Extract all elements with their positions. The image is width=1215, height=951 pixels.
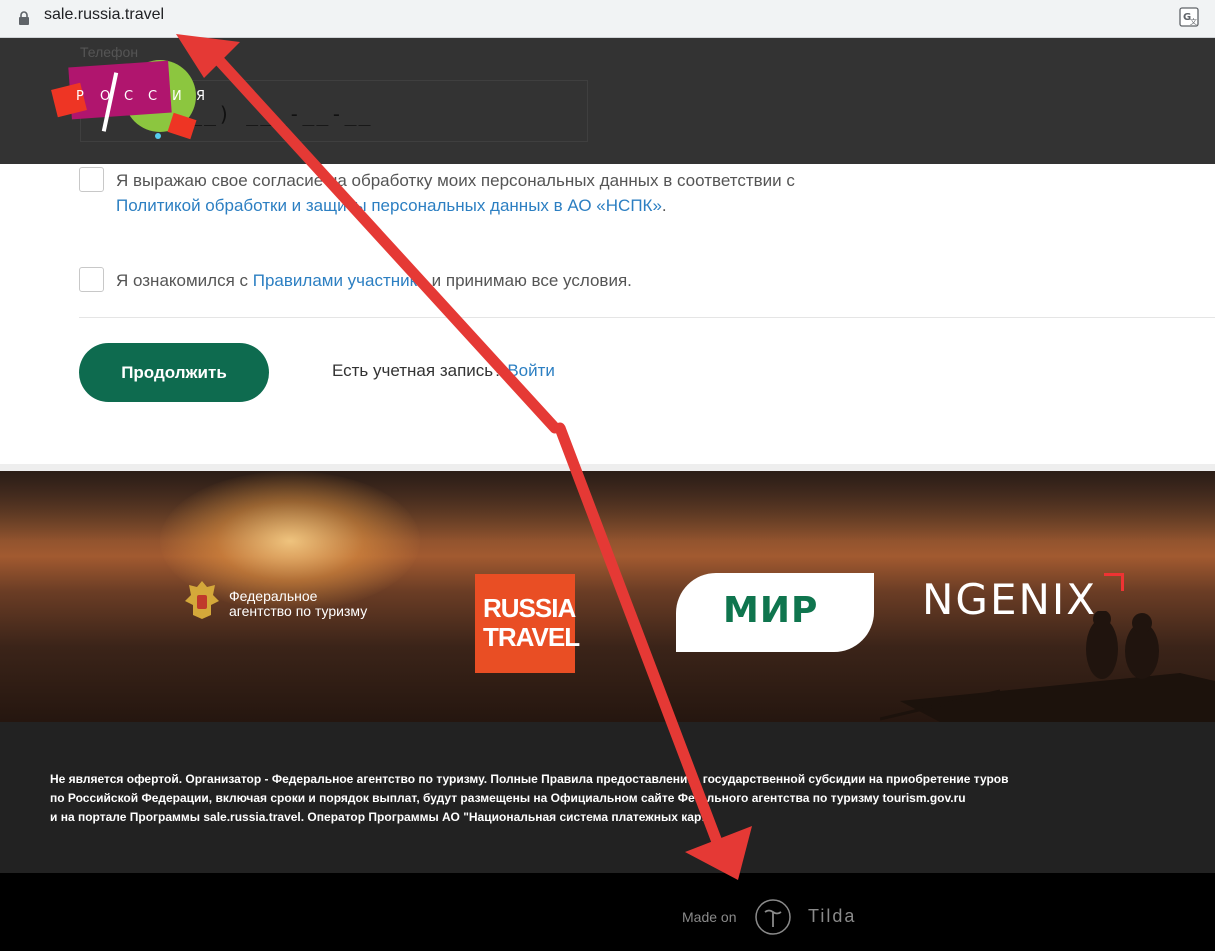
disclaimer-line2: по Российской Федерации, включая сроки и… (50, 791, 966, 805)
mir-logo[interactable]: МИР (676, 573, 874, 652)
partners-banner: Федеральное агентство по туризму RUSSIA … (0, 471, 1215, 722)
logo-letter: О (100, 89, 110, 104)
logo-letter: С (124, 89, 133, 104)
login-link[interactable]: Войти (507, 361, 555, 380)
mir-text: МИР (723, 590, 819, 631)
logo-letter: С (148, 89, 157, 104)
account-question: Есть учетная запись? (332, 361, 508, 380)
russia-travel-logo[interactable]: RUSSIA TRAVEL (475, 574, 580, 673)
russia-travel-line2: TRAVEL (483, 622, 580, 652)
consent-text: Я выражаю свое согласие на обработку мои… (116, 168, 836, 218)
fed-agency-line2: агентство по туризму (229, 603, 368, 619)
svg-text:文: 文 (1190, 17, 1197, 26)
consent-text-start: Я выражаю свое согласие на обработку мои… (116, 171, 795, 190)
coat-of-arms-icon (185, 581, 219, 619)
tilda-icon (755, 899, 791, 935)
lock-icon (19, 11, 29, 25)
logo-letter: И (172, 89, 182, 104)
fed-agency-line1: Федеральное (229, 588, 318, 604)
logo-letter: Я (196, 89, 205, 104)
consent-text-end: . (661, 196, 667, 215)
disclaimer-line3: и на портале Программы sale.russia.trave… (50, 810, 714, 824)
russia-logo[interactable]: Р О С С И Я (50, 56, 230, 142)
url-text[interactable]: sale.russia.travel (44, 6, 164, 24)
browser-address-bar[interactable]: sale.russia.travel G 文 (0, 0, 1215, 38)
privacy-policy-link[interactable]: Политикой обработки и защиты персональны… (116, 196, 662, 215)
fed-agency-logo[interactable]: Федеральное агентство по туризму (183, 579, 367, 626)
rules-text-end: и принимаю все условия. (426, 271, 632, 290)
disclaimer-line1: Не является офертой. Организатор - Федер… (50, 772, 1009, 786)
ngenix-corner-mark (1104, 573, 1124, 591)
made-on-text: Made on (682, 909, 737, 925)
participant-rules-link[interactable]: Правилами участника (253, 271, 427, 290)
continue-button[interactable]: Продолжить (79, 343, 269, 402)
boat-silhouette (880, 611, 1215, 722)
translate-icon[interactable]: G 文 (1178, 6, 1200, 28)
russia-travel-line1: RUSSIA (483, 593, 576, 623)
rules-text: Я ознакомился с Правилами участника и пр… (116, 268, 632, 293)
account-prompt: Есть учетная запись? Войти (332, 361, 555, 381)
tilda-footer[interactable]: Made on Tilda (0, 873, 1215, 951)
form-divider (79, 317, 1215, 318)
fed-agency-text: Федеральное агентство по туризму (229, 589, 429, 619)
consent-checkbox[interactable] (79, 167, 104, 192)
footer-disclaimer-area: Не является офертой. Организатор - Федер… (0, 722, 1215, 873)
disclaimer-text: Не является офертой. Организатор - Федер… (50, 770, 1010, 827)
rules-checkbox[interactable] (79, 267, 104, 292)
site-header: Телефон __) ___-__-__ Р О С С И Я (0, 38, 1215, 164)
logo-letter: Р (76, 89, 84, 104)
rules-text-start: Я ознакомился с (116, 271, 253, 290)
tilda-name: Tilda (808, 906, 857, 926)
section-separator (0, 464, 1215, 471)
